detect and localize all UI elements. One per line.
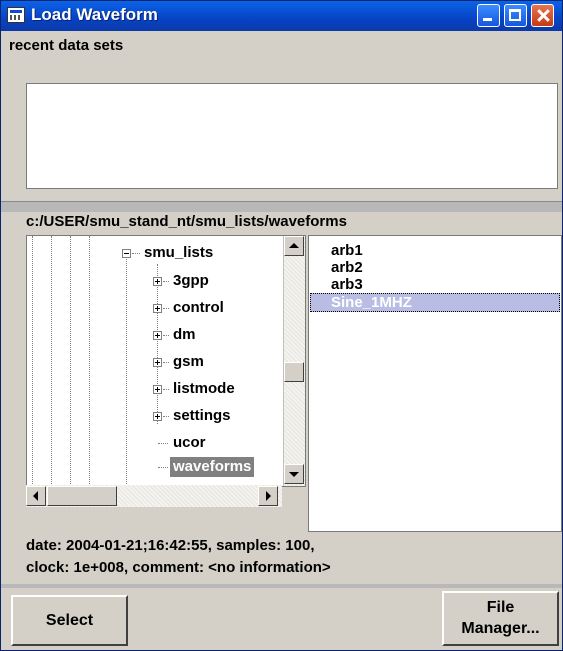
file-item-arb1[interactable]: arb1 [331,242,363,259]
current-path: c:/USER/smu_stand_nt/smu_lists/waveforms [26,213,347,230]
scroll-thumb[interactable] [284,362,304,382]
expand-icon[interactable] [153,358,162,367]
file-item-sine-1mhz[interactable]: Sine_1MHZ [310,293,560,312]
tree-vertical-scrollbar[interactable] [283,236,305,486]
tree-item-label: smu_lists [144,244,214,261]
tree-item-label: settings [173,407,231,424]
tree-connector [163,362,169,363]
expand-icon[interactable] [153,331,162,340]
file-manager-label-line-1: File [486,599,515,616]
scroll-left-button[interactable] [26,486,46,506]
tree-item-label: waveforms [170,457,255,477]
collapse-icon[interactable] [122,249,131,258]
window-title: Load Waveform [31,5,158,24]
file-info-line-2: clock: 1e+008, comment: <no information> [26,559,331,576]
expand-icon[interactable] [153,304,162,313]
window-app-icon [7,7,25,23]
recent-data-sets-list[interactable] [26,83,558,189]
tree-item-label: listmode [173,380,235,397]
tree-horizontal-scrollbar[interactable] [26,485,282,507]
tree-guide-line [157,264,158,424]
maximize-button[interactable] [504,4,527,27]
arrow-down-icon [289,472,299,477]
minimize-button[interactable] [477,4,500,27]
tree-connector [158,467,168,468]
tree-item-label: ucor [173,434,206,451]
tree-guide-line [32,236,33,486]
scroll-thumb[interactable] [47,486,117,506]
scroll-down-button[interactable] [284,464,304,484]
file-info-line-1: date: 2004-01-21;16:42:55, samples: 100, [26,537,315,554]
tree-item-label: dm [173,326,196,343]
expand-icon[interactable] [153,277,162,286]
arrow-left-icon [33,491,38,501]
tree-connector [132,253,140,254]
file-browser: c:/USER/smu_stand_nt/smu_lists/waveforms… [26,211,562,532]
tree-connector [163,308,169,309]
file-info: date: 2004-01-21;16:42:55, samples: 100,… [26,535,331,579]
directory-tree[interactable]: smu_lists 3gpp control dm gsm listmode s… [26,235,306,487]
scroll-right-button[interactable] [258,486,278,506]
file-item-arb2[interactable]: arb2 [331,259,363,276]
tree-connector [163,416,169,417]
tree-guide-line [70,236,71,486]
tree-guide-line [126,254,127,486]
expand-icon[interactable] [153,412,162,421]
tree-guide-line [51,236,52,486]
file-item-arb3[interactable]: arb3 [331,276,363,293]
title-bar[interactable]: Load Waveform [1,1,562,31]
tree-connector [163,389,169,390]
tree-item-label: 3gpp [173,272,209,289]
arrow-right-icon [266,491,271,501]
load-waveform-window: Load Waveform recent data sets c:/USER/s… [0,0,563,651]
tree-connector [158,443,168,444]
scroll-up-button[interactable] [284,236,304,256]
recent-data-sets-label: recent data sets [9,37,124,54]
select-button[interactable]: Select [11,595,128,646]
tree-connector [163,335,169,336]
close-button[interactable] [531,4,554,27]
waveform-file-list[interactable]: arb1 arb2 arb3 Sine_1MHZ [308,235,562,532]
tree-guide-line [89,236,90,486]
divider [1,584,562,588]
file-manager-label-line-2: Manager... [461,620,540,637]
tree-item-label: control [173,299,224,316]
arrow-up-icon [289,243,299,248]
expand-icon[interactable] [153,385,162,394]
tree-item-label: gsm [173,353,204,370]
tree-connector [163,281,169,282]
file-manager-button[interactable]: File Manager... [442,591,559,646]
